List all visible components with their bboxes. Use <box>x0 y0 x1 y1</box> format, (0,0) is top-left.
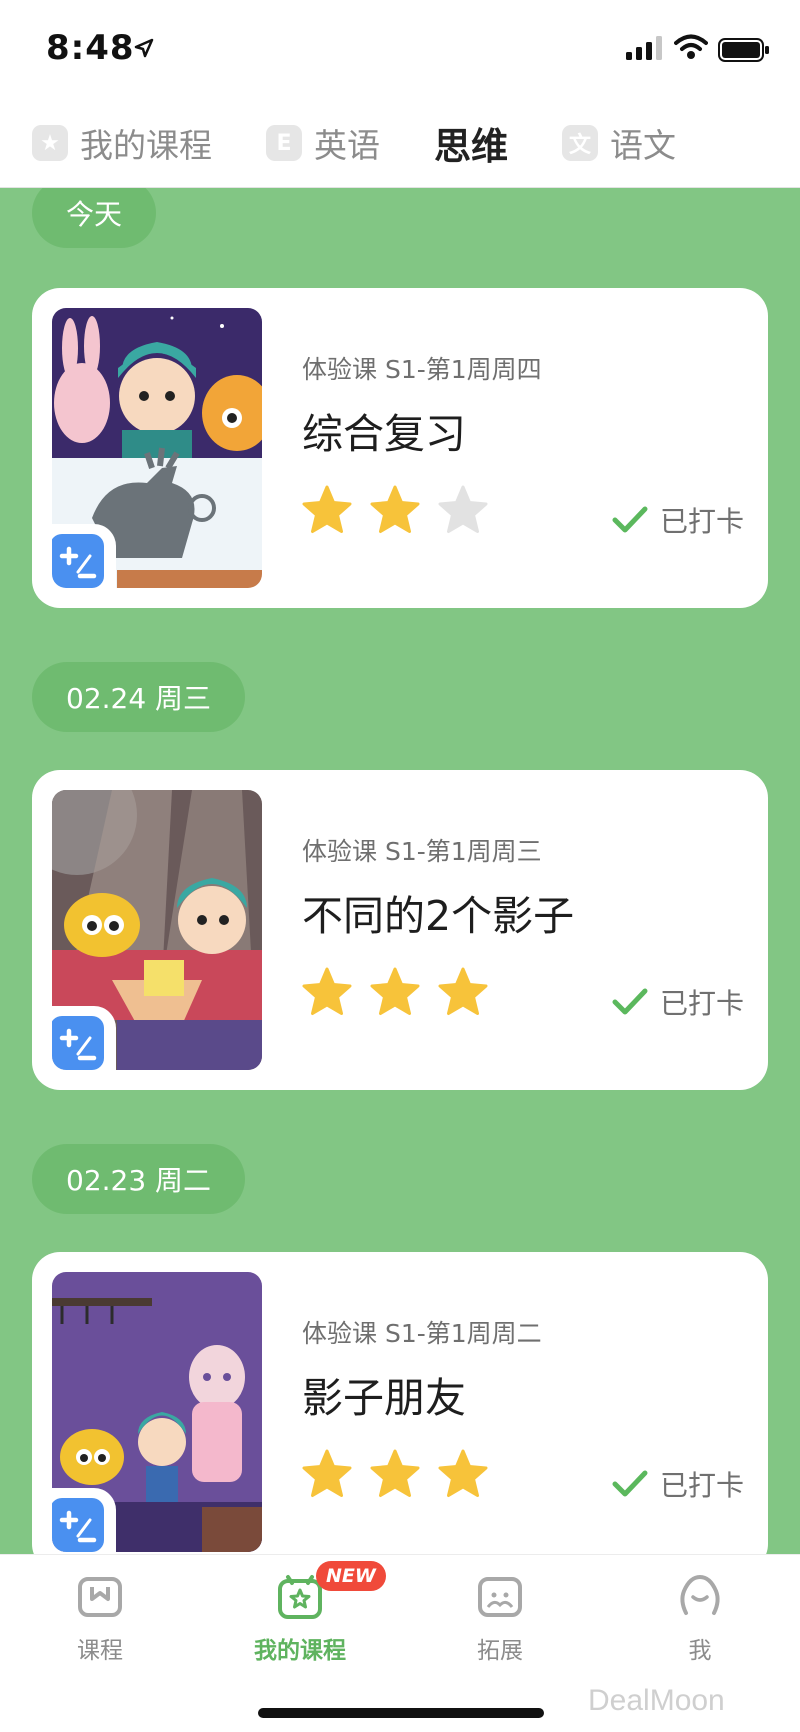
wen-char-icon: 文 <box>562 125 598 161</box>
plus-minus-icon <box>52 1016 104 1070</box>
location-arrow-icon <box>134 38 154 58</box>
plus-minus-icon <box>52 534 104 588</box>
checkmark-icon <box>612 1470 648 1497</box>
nav-label: 我 <box>688 1638 712 1664</box>
star-filled-icon <box>438 1449 488 1497</box>
checkmark-icon <box>612 506 648 533</box>
course-timeline[interactable]: 今天 体验课 S1-第1周周四 综合复习 已打卡 02.24 周三 体验课 S1… <box>0 188 800 1554</box>
tab-chinese[interactable]: 文 语文 <box>562 118 676 168</box>
course-thumbnail <box>52 790 262 1070</box>
star-icon: ★ <box>32 125 68 161</box>
status-time: 8:48 <box>46 28 135 68</box>
checkin-status: 已打卡 <box>612 1464 744 1504</box>
star-filled-icon <box>370 485 420 533</box>
plus-minus-icon <box>52 1498 104 1552</box>
nav-label: 拓展 <box>477 1638 523 1664</box>
signal-icon <box>626 36 662 60</box>
math-badge <box>52 1006 116 1070</box>
course-subtitle: 体验课 S1-第1周周四 <box>302 355 542 384</box>
course-subtitle: 体验课 S1-第1周周三 <box>302 837 542 866</box>
checkin-label: 已打卡 <box>659 1469 744 1502</box>
expand-face-icon <box>478 1577 522 1617</box>
home-indicator <box>258 1708 544 1718</box>
checkin-status: 已打卡 <box>612 982 744 1022</box>
checkin-label: 已打卡 <box>659 987 744 1020</box>
tab-thinking[interactable]: 思维 <box>434 118 508 168</box>
course-card[interactable]: 体验课 S1-第1周周三 不同的2个影子 已打卡 <box>32 770 768 1090</box>
date-pill: 02.23 周二 <box>32 1144 246 1214</box>
subject-tabs: ★ 我的课程 E 英语 思维 文 语文 <box>0 100 800 188</box>
tab-label: 语文 <box>610 126 676 165</box>
star-rating <box>300 1448 504 1502</box>
profile-face-icon <box>680 1574 720 1615</box>
star-filled-icon <box>302 485 352 533</box>
course-card[interactable]: 体验课 S1-第1周周四 综合复习 已打卡 <box>32 288 768 608</box>
star-filled-icon <box>302 967 352 1015</box>
course-thumbnail <box>52 308 262 588</box>
course-card[interactable]: 体验课 S1-第1周周二 影子朋友 已打卡 <box>32 1252 768 1554</box>
tab-my-courses[interactable]: ★ 我的课程 <box>32 118 212 168</box>
battery-icon <box>718 38 769 62</box>
checkmark-icon <box>612 988 648 1015</box>
star-filled-icon <box>438 967 488 1015</box>
course-title: 综合复习 <box>302 410 466 458</box>
tab-label: 思维 <box>434 125 508 168</box>
star-empty-icon <box>438 485 488 533</box>
math-badge <box>52 524 116 588</box>
star-filled-icon <box>302 1449 352 1497</box>
tab-label: 英语 <box>314 126 380 165</box>
new-badge: NEW <box>316 1561 386 1591</box>
date-pill: 02.24 周三 <box>32 662 246 732</box>
status-bar: 8:48 <box>0 0 800 100</box>
star-filled-icon <box>370 1449 420 1497</box>
letter-e-icon: E <box>266 125 302 161</box>
course-subtitle: 体验课 S1-第1周周二 <box>302 1319 542 1348</box>
course-thumbnail <box>52 1272 262 1552</box>
course-title: 影子朋友 <box>302 1374 466 1422</box>
date-pill: 今天 <box>32 188 157 248</box>
checkin-label: 已打卡 <box>659 505 744 538</box>
wifi-icon <box>674 34 708 59</box>
nav-expand[interactable]: 拓展 <box>440 1573 560 1665</box>
star-filled-icon <box>370 967 420 1015</box>
nav-courses[interactable]: 课程 <box>40 1573 160 1665</box>
tab-label: 我的课程 <box>80 126 212 165</box>
nav-label: 我的课程 <box>254 1638 346 1664</box>
nav-label: 课程 <box>77 1638 123 1664</box>
tab-english[interactable]: E 英语 <box>266 118 380 168</box>
course-book-icon <box>78 1577 122 1617</box>
math-badge <box>52 1488 116 1552</box>
star-rating <box>300 484 504 538</box>
nav-me[interactable]: 我 <box>640 1573 760 1665</box>
course-title: 不同的2个影子 <box>302 892 575 940</box>
star-rating <box>300 966 504 1020</box>
watermark: DealMoon <box>588 1684 725 1717</box>
checkin-status: 已打卡 <box>612 500 744 540</box>
